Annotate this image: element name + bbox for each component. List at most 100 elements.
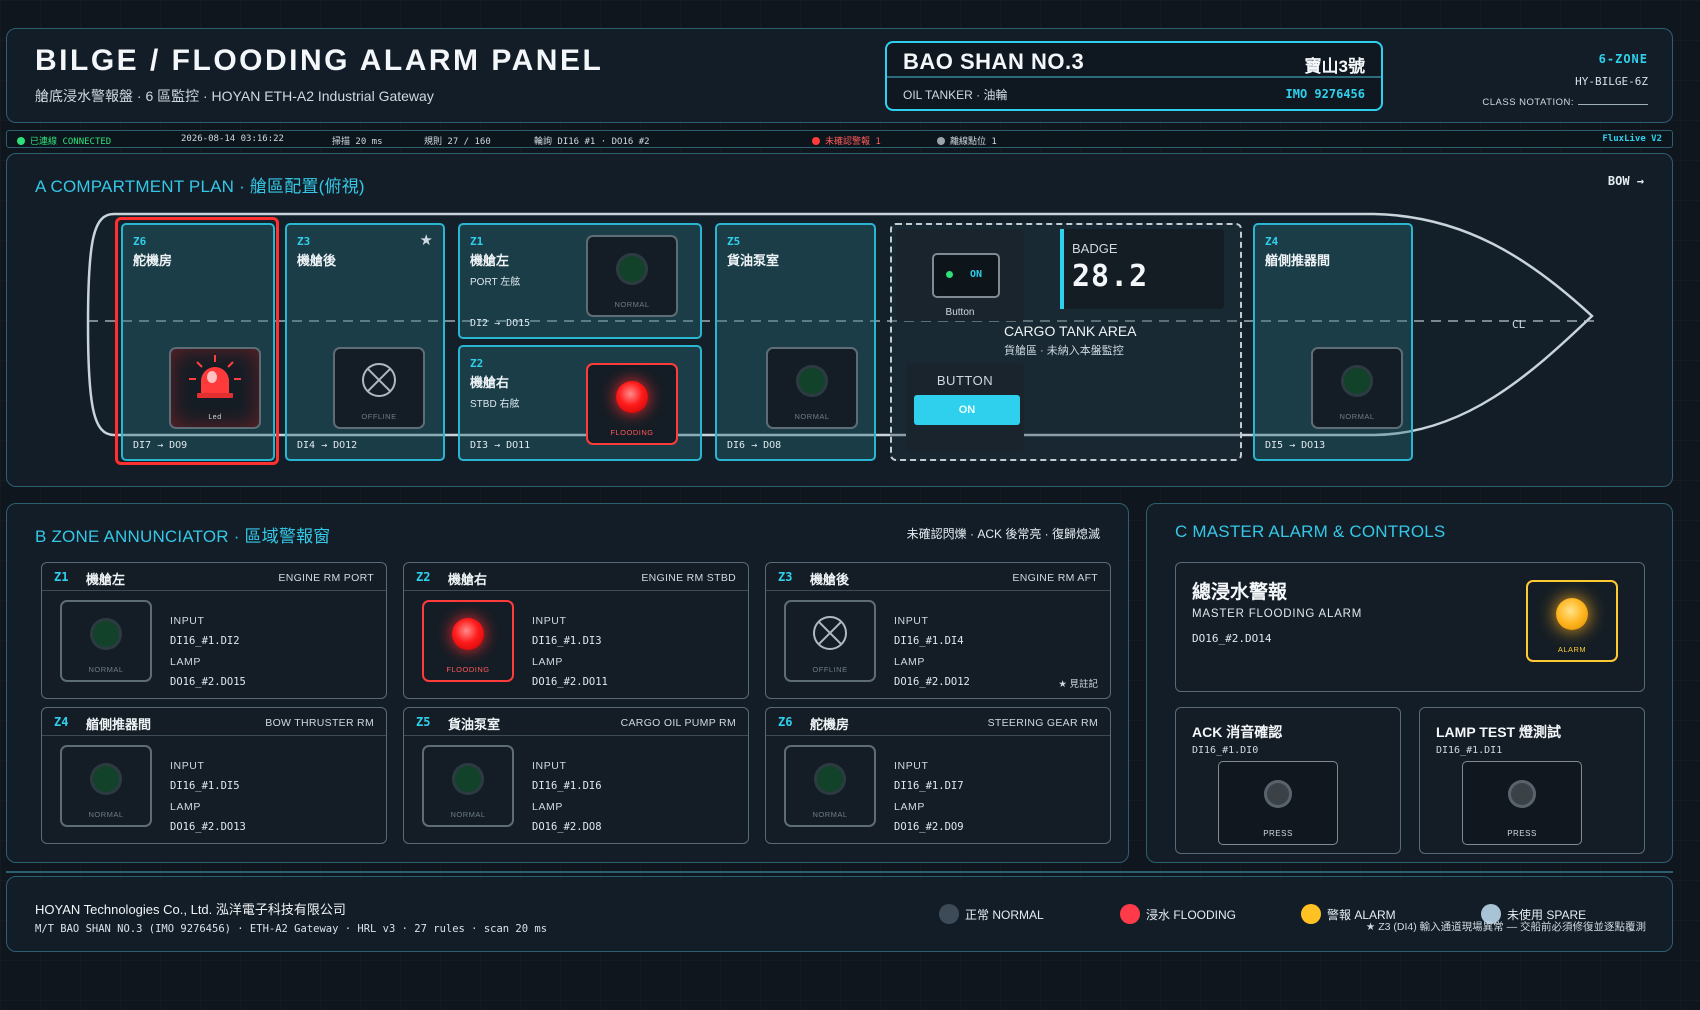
- status-unack: 未確認警報 1: [812, 134, 881, 147]
- input-value: DI16_#1.DI7: [894, 780, 964, 792]
- page-subtitle: 艙底浸水警報盤 · 6 區監控 · HOYAN ETH-A2 Industria…: [35, 88, 434, 104]
- on-button[interactable]: ON: [914, 395, 1020, 425]
- card-zone-en: ENGINE RM AFT: [1012, 572, 1098, 584]
- lamp-label: LAMP: [532, 656, 563, 668]
- ack-press-button[interactable]: PRESS: [1218, 761, 1338, 845]
- plan-zone-z2[interactable]: Z2 機艙右 STBD 右舷 FLOODING DI3 → DO11: [458, 345, 702, 461]
- zone-io: DI2 → DO15: [470, 318, 531, 329]
- zone-io: DI7 → DO9: [133, 440, 188, 451]
- plan-title: A COMPARTMENT PLAN · 艙區配置(俯視): [35, 177, 365, 196]
- card-lamp-label: NORMAL: [88, 810, 124, 819]
- zone-id: Z3: [297, 235, 311, 248]
- offline-x-icon: [362, 363, 396, 397]
- lamp-value: DO16_#2.DO12: [894, 676, 970, 688]
- footer-divider: [6, 871, 1673, 873]
- card-lamp: FLOODING: [422, 600, 514, 682]
- lamp-value: DO16_#2.DO9: [894, 821, 964, 833]
- plan-zone-z5[interactable]: Z5 貨油泵室 NORMAL DI6 → DO8: [715, 223, 876, 461]
- star-icon: ★: [419, 232, 433, 249]
- zone-id: Z4: [1265, 235, 1279, 248]
- lamp-value: DO16_#2.DO15: [170, 676, 246, 688]
- card-header: Z5 貨油泵室 CARGO OIL PUMP RM: [404, 708, 748, 736]
- legend-dot-icon: [939, 904, 959, 924]
- card-zone-name: 艏側推器間: [86, 717, 152, 732]
- class-notation-label: CLASS NOTATION:: [1482, 97, 1574, 108]
- card-lamp-label: NORMAL: [450, 810, 486, 819]
- master-alarm-lamp: ALARM: [1526, 580, 1618, 662]
- zone-name: 機艙右: [470, 375, 510, 390]
- centerline-label: CL: [1512, 318, 1526, 331]
- card-lamp: NORMAL: [422, 745, 514, 827]
- legend-dot-icon: [1301, 904, 1321, 924]
- offline-x-icon: [813, 616, 847, 650]
- button-widget: BUTTON ON: [906, 363, 1024, 453]
- zone-lamp-label: NORMAL: [614, 300, 650, 309]
- button-widget-label: BUTTON: [936, 373, 994, 388]
- master-alarm-subtitle: MASTER FLOODING ALARM: [1192, 608, 1363, 620]
- lamp-label: LAMP: [170, 801, 201, 813]
- toggle-button[interactable]: ON: [932, 253, 1000, 298]
- cargo-title: CARGO TANK AREA: [1004, 323, 1137, 339]
- lamp-test-press-button[interactable]: PRESS: [1462, 761, 1582, 845]
- zone-name: 舵機房: [133, 253, 173, 268]
- lamp-label: LAMP: [170, 656, 201, 668]
- annunciator-card-z4[interactable]: Z4 艏側推器間 BOW THRUSTER RM NORMAL INPUT DI…: [41, 707, 387, 844]
- master-alarm-title: 總浸水警報: [1192, 582, 1288, 603]
- status-lamp-icon: [616, 381, 648, 413]
- offline-dot-icon: [937, 137, 945, 145]
- ack-button-label: PRESS: [1263, 829, 1293, 838]
- master-alarm-panel: C MASTER ALARM & CONTROLS 總浸水警報 MASTER F…: [1146, 503, 1673, 863]
- ack-control: ACK 消音確認 DI16_#1.DI0 PRESS: [1175, 707, 1401, 854]
- status-lamp-icon: [616, 253, 648, 285]
- toggle-state: ON: [970, 269, 983, 280]
- plan-zone-z1[interactable]: Z1 機艙左 PORT 左舷 NORMAL DI2 → DO15: [458, 223, 702, 339]
- zone-id: Z1: [470, 235, 484, 248]
- input-value: DI16_#1.DI4: [894, 635, 964, 647]
- input-label: INPUT: [532, 615, 567, 627]
- ack-io: DI16_#1.DI0: [1192, 745, 1259, 756]
- connection-text-en: CONNECTED: [62, 137, 112, 147]
- card-header: Z1 機艙左 ENGINE RM PORT: [42, 563, 386, 591]
- master-alarm-io: DO16_#2.DO14: [1192, 632, 1272, 645]
- card-lamp: NORMAL: [784, 745, 876, 827]
- plan-zone-z3[interactable]: Z3 ★ 機艙後 OFFLINE DI4 → DO12: [285, 223, 445, 461]
- input-label: INPUT: [894, 760, 929, 772]
- annunciator-card-z5[interactable]: Z5 貨油泵室 CARGO OIL PUMP RM NORMAL INPUT D…: [403, 707, 749, 844]
- annunciator-card-z3[interactable]: Z3 機艙後 ENGINE RM AFT OFFLINE INPUT DI16_…: [765, 562, 1111, 699]
- connection-text: 已連線: [30, 137, 58, 147]
- badge-value: 28.2: [1072, 259, 1149, 294]
- plan-zone-z4[interactable]: Z4 艏側推器間 NORMAL DI5 → DO13: [1253, 223, 1413, 461]
- plan-zone-z6[interactable]: Z6 舵機房 Led DI7 → DO9: [121, 223, 275, 461]
- status-lamp-icon: [90, 763, 122, 795]
- card-lamp-label: NORMAL: [88, 665, 124, 674]
- footer-panel: HOYAN Technologies Co., Ltd. 泓洋電子科技有限公司 …: [6, 876, 1673, 952]
- card-zone-id: Z1: [54, 570, 69, 584]
- status-scan: 掃描 20 ms: [332, 137, 383, 147]
- zone-lamp-label: Led: [208, 414, 222, 421]
- card-zone-name: 舵機房: [810, 717, 850, 732]
- zone-name: 機艙左: [470, 253, 510, 268]
- zone-name: 機艙後: [297, 253, 337, 268]
- status-timestamp: 2026-08-14 03:16:22: [181, 134, 284, 144]
- annunciator-card-z2[interactable]: Z2 機艙右 ENGINE RM STBD FLOODING INPUT DI1…: [403, 562, 749, 699]
- annunciator-note: 未確認閃爍 · ACK 後常亮 · 復歸熄滅: [906, 527, 1100, 541]
- annunciator-card-z6[interactable]: Z6 舵機房 STEERING GEAR RM NORMAL INPUT DI1…: [765, 707, 1111, 844]
- ack-title: ACK 消音確認: [1192, 724, 1283, 740]
- status-lamp-icon: [796, 365, 828, 397]
- annunciator-card-z1[interactable]: Z1 機艙左 ENGINE RM PORT NORMAL INPUT DI16_…: [41, 562, 387, 699]
- offline-text: 離線點位 1: [950, 137, 997, 147]
- ship-info-box: BAO SHAN NO.3 寶山3號 OIL TANKER · 油輪 IMO 9…: [885, 41, 1383, 111]
- zone-z2-lamp: FLOODING: [586, 363, 678, 445]
- card-zone-name: 機艙後: [810, 572, 850, 587]
- cargo-toggle-widget: ON Button: [896, 229, 1024, 321]
- status-bar: 已連線 CONNECTED 2026-08-14 03:16:22 掃描 20 …: [6, 130, 1673, 148]
- zone-lamp-label: NORMAL: [794, 412, 830, 421]
- status-rules: 規則 27 / 160: [424, 137, 491, 147]
- legend-flooding: 浸水 FLOODING: [1120, 904, 1236, 924]
- connected-dot-icon: [17, 137, 25, 145]
- status-polling: 輪詢 DI16 #1 · DO16 #2: [534, 137, 650, 147]
- lamp-value: DO16_#2.DO8: [532, 821, 602, 833]
- zone-id: Z2: [470, 357, 484, 370]
- ship-type: OIL TANKER · 油輪: [903, 88, 1008, 102]
- alarm-lamp-icon: [1556, 598, 1588, 630]
